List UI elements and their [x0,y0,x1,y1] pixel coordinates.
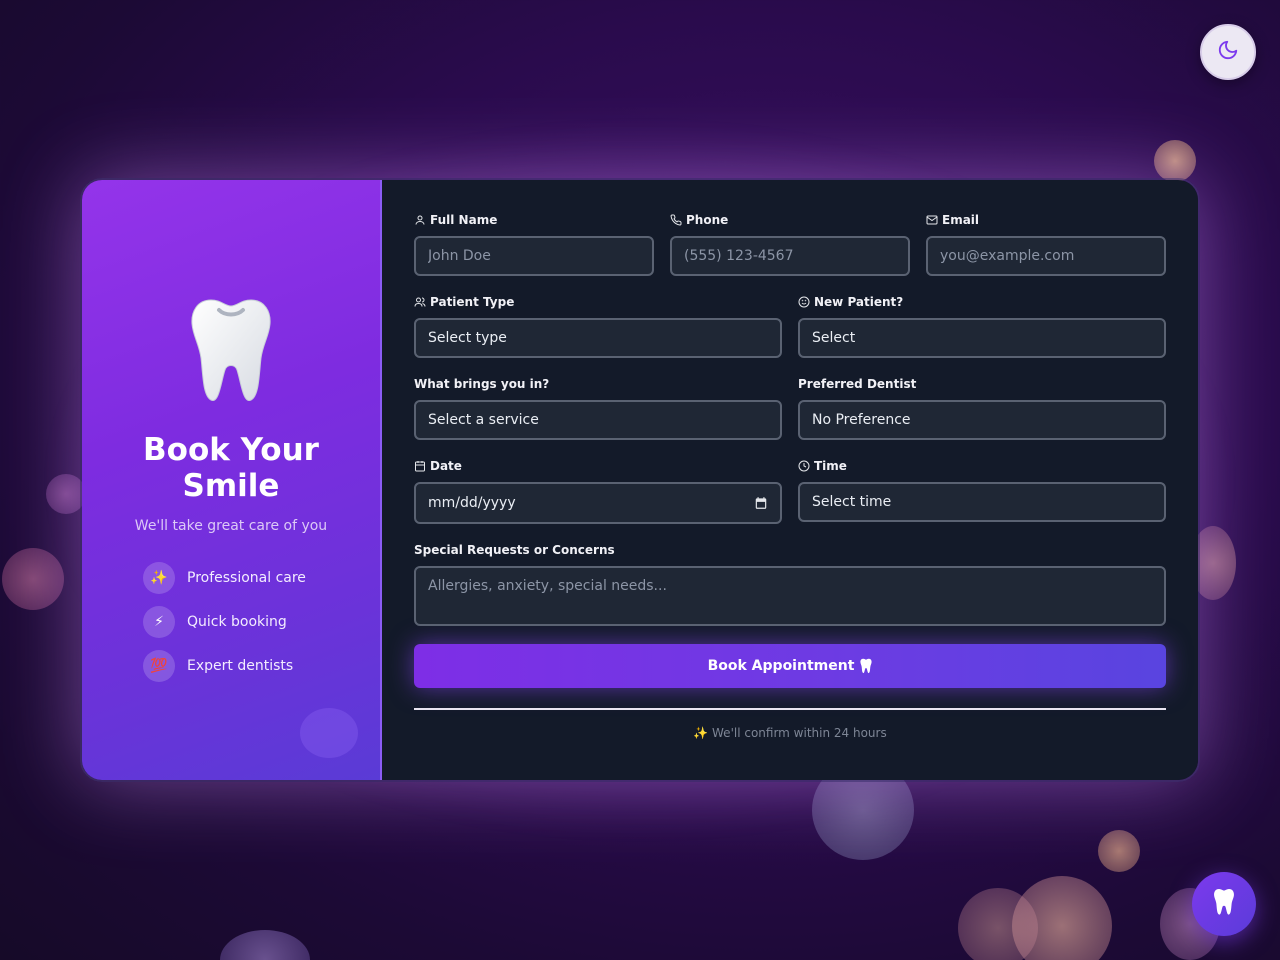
clock-icon [798,460,810,472]
hundred-icon: 💯 [143,650,175,682]
hero-tagline: We'll take great care of you [134,518,328,534]
bokeh-bubble [958,888,1038,960]
phone-input[interactable] [670,236,910,276]
service-select[interactable]: Select a service [414,400,782,440]
patient-type-select[interactable]: Select type [414,318,782,358]
calendar-picker-icon[interactable] [754,496,768,510]
book-appointment-label: Book Appointment [707,658,855,674]
date-field: Date mm/dd/yyyy [414,458,782,524]
feature-item: ✨ Professional care [143,562,351,594]
datetime-row: Date mm/dd/yyyy Time Select time [414,458,1166,524]
lightning-icon: ⚡ [143,606,175,638]
users-icon [414,297,426,307]
time-field: Time Select time [798,458,1166,524]
date-input[interactable]: mm/dd/yyyy [414,482,782,524]
email-label: Email [942,213,980,227]
phone-label: Phone [686,213,729,227]
email-input[interactable] [926,236,1166,276]
service-field: What brings you in? Select a service [414,376,782,440]
full-name-field: Full Name [414,212,654,276]
service-label: What brings you in? [414,377,550,391]
phone-icon [670,214,682,226]
bokeh-bubble [1012,876,1112,960]
contact-row: Full Name Phone Email [414,212,1166,276]
tooth-icon [1213,888,1235,920]
confirmation-note: ✨ We'll confirm within 24 hours [693,726,887,740]
patient-type-label: Patient Type [430,295,515,309]
mail-icon [926,215,938,225]
user-icon [415,215,425,225]
booking-card: Book Your Smile We'll take great care of… [80,178,1200,782]
tooth-icon [860,658,872,674]
feature-label: Quick booking [187,614,287,630]
requests-textarea[interactable] [414,566,1166,626]
dentist-field: Preferred Dentist No Preference [798,376,1166,440]
floating-tooth-button[interactable] [1192,872,1256,936]
time-label: Time [814,459,847,473]
time-select[interactable]: Select time [798,482,1166,522]
tooth-icon [189,180,273,410]
calendar-icon [415,461,425,472]
divider [414,708,1166,710]
requests-label: Special Requests or Concerns [414,543,615,557]
full-name-input[interactable] [414,236,654,276]
booking-form: Full Name Phone Email [382,180,1198,780]
sparkles-icon: ✨ [143,562,175,594]
smile-icon [798,296,810,308]
new-patient-select[interactable]: Select [798,318,1166,358]
service-row: What brings you in? Select a service Pre… [414,376,1166,440]
feature-label: Professional care [187,570,306,586]
book-appointment-button[interactable]: Book Appointment [414,644,1166,688]
dentist-select[interactable]: No Preference [798,400,1166,440]
moon-icon [1217,39,1239,65]
feature-list: ✨ Professional care ⚡ Quick booking 💯 Ex… [111,562,351,694]
dentist-label: Preferred Dentist [798,377,917,391]
hero-title: Book Your Smile [143,432,319,504]
bokeh-bubble [1098,830,1140,872]
feature-item: 💯 Expert dentists [143,650,351,682]
theme-toggle-button[interactable] [1200,24,1256,80]
full-name-label: Full Name [430,213,498,227]
new-patient-field: New Patient? Select [798,294,1166,358]
bokeh-bubble [2,548,64,610]
decorative-bubble [300,708,358,758]
patient-type-field: Patient Type Select type [414,294,782,358]
new-patient-label: New Patient? [814,295,904,309]
phone-field: Phone [670,212,910,276]
hero-panel: Book Your Smile We'll take great care of… [82,180,382,780]
feature-item: ⚡ Quick booking [143,606,351,638]
email-field: Email [926,212,1166,276]
bokeh-bubble [220,930,310,960]
date-value: mm/dd/yyyy [428,495,516,511]
bokeh-bubble [1154,140,1196,182]
feature-label: Expert dentists [187,658,294,674]
date-label: Date [430,459,462,473]
patient-row: Patient Type Select type New Patient? Se… [414,294,1166,358]
requests-field: Special Requests or Concerns [414,542,1166,626]
